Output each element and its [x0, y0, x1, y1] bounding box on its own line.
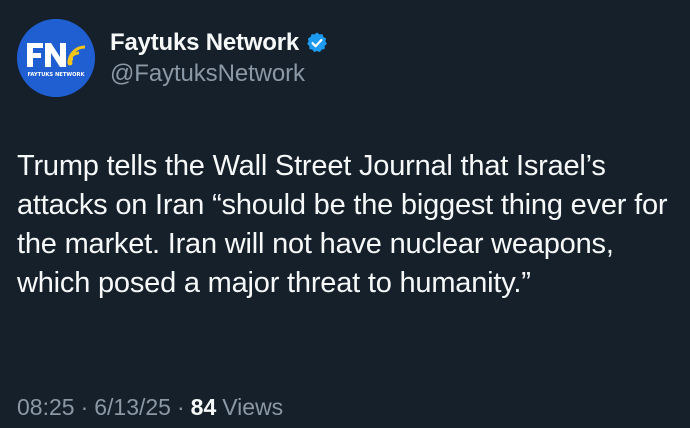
tweet-date[interactable]: 6/13/25 [94, 394, 171, 421]
views-label[interactable]: Views [222, 394, 283, 421]
verified-badge-icon [305, 31, 329, 55]
tweet-meta: 08:25 · 6/13/25 · 84 Views [17, 394, 283, 421]
author-names: Faytuks Network @FaytuksNetwork [110, 28, 329, 88]
meta-separator: · [80, 394, 89, 420]
display-name[interactable]: Faytuks Network [110, 29, 299, 57]
views-count[interactable]: 84 [191, 394, 217, 421]
avatar[interactable]: FAYTUKS NETWORK [17, 19, 95, 97]
faytuks-logo-icon: FAYTUKS NETWORK [17, 19, 95, 97]
tweet-header: FAYTUKS NETWORK Faytuks Network @Faytuks… [17, 19, 329, 97]
handle[interactable]: @FaytuksNetwork [110, 60, 329, 88]
tweet: FAYTUKS NETWORK Faytuks Network @Faytuks… [0, 0, 690, 428]
tweet-time[interactable]: 08:25 [17, 394, 75, 421]
tweet-text: Trump tells the Wall Street Journal that… [17, 150, 668, 299]
meta-separator: · [176, 394, 185, 420]
name-row: Faytuks Network [110, 28, 329, 58]
logo-subtext: FAYTUKS NETWORK [27, 72, 85, 78]
